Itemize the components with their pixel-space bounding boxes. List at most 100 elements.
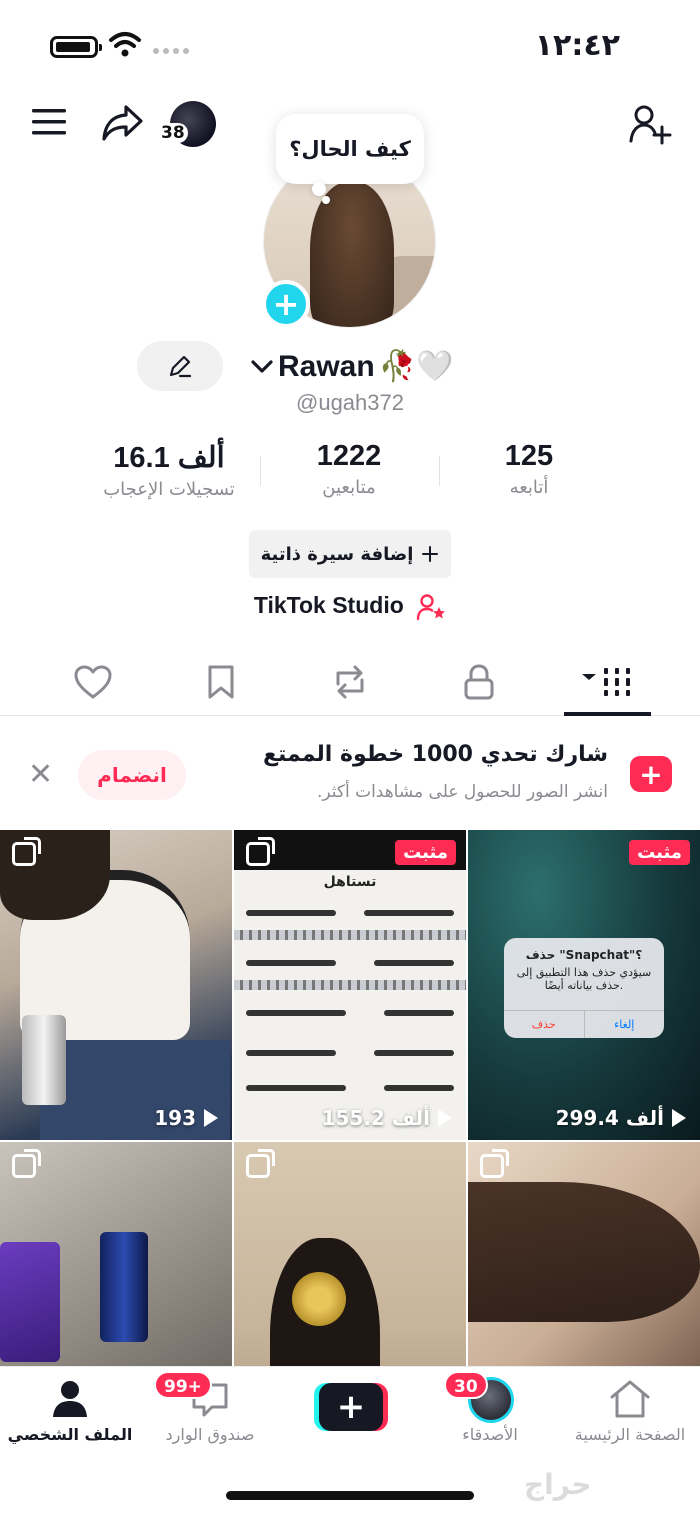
avatar-photo-hair	[310, 182, 394, 327]
plus-icon: +	[319, 1383, 383, 1431]
thumbnail-art	[246, 910, 336, 916]
menu-icon[interactable]	[30, 107, 68, 137]
thumbnail-dialog-body: سيؤدي حذف هذا التطبيق إلى حذف بياناته أي…	[516, 966, 652, 992]
photo-carousel-icon	[246, 837, 275, 866]
view-count: 193	[154, 1106, 218, 1130]
tab-liked[interactable]	[48, 648, 138, 716]
close-icon[interactable]: ✕	[28, 760, 53, 790]
thumbnail-dialog: حذف "Snapchat"؟ سيؤدي حذف هذا التطبيق إل…	[504, 938, 664, 1038]
thumbnail-art	[246, 1085, 346, 1091]
display-name: Rawan	[278, 350, 375, 383]
stat-likes-value: 16.1 ألف	[113, 442, 225, 474]
create-button[interactable]: +	[314, 1383, 388, 1431]
nav-profile-label: الملف الشخصي	[7, 1425, 133, 1444]
view-count-value: 155.2 ألف	[321, 1106, 430, 1130]
thumbnail-dialog-title: حذف "Snapchat"؟	[525, 948, 643, 962]
watermark: حراج	[524, 1468, 592, 1501]
photo-carousel-icon	[12, 837, 41, 866]
thumbnail-art	[0, 1242, 60, 1362]
thumbnail-dialog-delete: حذف	[504, 1011, 585, 1038]
note-bubble-tail	[312, 182, 326, 196]
stat-followers-value: 1222	[316, 440, 382, 472]
add-avatar-button[interactable]: +	[262, 280, 310, 328]
wifi-icon	[109, 32, 141, 57]
post-thumbnail[interactable]: تستاهل مثبت 155.2 ألف	[234, 830, 466, 1140]
friends-badge: 30	[444, 1371, 488, 1399]
thumbnail-art	[292, 1272, 346, 1326]
stat-followers-label: متابعين	[322, 477, 376, 498]
signal-icon	[153, 48, 189, 54]
view-count: 299.4 ألف	[556, 1106, 686, 1130]
thumbnail-dialog-cancel: إلغاء	[614, 1018, 635, 1031]
stat-divider	[439, 456, 440, 486]
active-tab-indicator	[564, 712, 651, 716]
photo-plus-icon: +	[630, 756, 672, 792]
play-icon	[672, 1109, 686, 1127]
thumbnail-art	[468, 1182, 700, 1322]
tab-videos[interactable]	[563, 648, 653, 716]
thumbnail-art	[246, 1050, 336, 1056]
thumbnail-art	[100, 1232, 148, 1342]
clock: ١٢:٤٢	[534, 28, 620, 63]
post-thumbnail[interactable]: حذف "Snapchat"؟ سيؤدي حذف هذا التطبيق إل…	[468, 830, 700, 1140]
share-icon[interactable]	[100, 103, 144, 143]
tab-reposts[interactable]	[305, 648, 395, 716]
post-thumbnail[interactable]: 193	[0, 830, 232, 1140]
home-icon	[610, 1380, 650, 1418]
play-icon	[204, 1109, 218, 1127]
home-indicator	[226, 1491, 474, 1500]
tab-favorites[interactable]	[176, 648, 266, 716]
nav-inbox[interactable]: 99+ صندوق الوارد	[140, 1367, 280, 1457]
nav-profile[interactable]: الملف الشخصي	[0, 1367, 140, 1457]
thumbnail-art	[384, 1010, 454, 1016]
thumbnail-art	[374, 1050, 454, 1056]
nav-inbox-label: صندوق الوارد	[165, 1425, 255, 1444]
stat-followers[interactable]: 1222 متابعين	[259, 440, 439, 498]
thumbnail-art	[234, 980, 466, 990]
photo-carousel-icon	[246, 1149, 275, 1178]
pencil-icon	[169, 355, 192, 378]
bookmark-icon	[208, 665, 234, 699]
join-challenge-button[interactable]: انضمام	[78, 750, 186, 800]
inbox-badge: 99+	[154, 1371, 212, 1399]
photo-carousel-icon	[480, 1149, 509, 1178]
username: @ugah372	[296, 390, 404, 415]
grid-videos-icon	[582, 668, 630, 696]
tab-private[interactable]	[434, 648, 524, 716]
edit-profile-button[interactable]	[137, 341, 223, 391]
chevron-down-icon	[251, 360, 273, 373]
tiktok-studio-label: TikTok Studio	[253, 592, 404, 618]
view-count-value: 193	[154, 1106, 196, 1130]
add-bio-label: إضافة سيرة ذاتية	[260, 543, 414, 565]
stat-following-value: 125	[504, 440, 554, 472]
thumbnail-art	[22, 1015, 66, 1105]
view-count-value: 299.4 ألف	[555, 1106, 664, 1130]
status-bar: ١٢:٤٢	[0, 0, 700, 90]
plus-icon	[422, 546, 439, 562]
thumbnail-dialog-buttons: حذف إلغاء	[504, 1010, 664, 1038]
notification-count: 38	[158, 123, 188, 143]
stat-likes-label: تسجيلات الإعجاب	[103, 479, 235, 500]
heart-icon	[74, 665, 112, 699]
thumbnail-art	[246, 960, 336, 966]
thumbnail-art	[246, 1010, 346, 1016]
nav-home-label: الصفحة الرئيسية	[574, 1425, 686, 1444]
stat-following-label: أتابعه	[509, 477, 549, 498]
stat-likes[interactable]: 16.1 ألف تسجيلات الإعجاب	[79, 440, 259, 500]
stat-divider	[260, 456, 261, 486]
lock-icon	[464, 664, 494, 700]
add-bio-button[interactable]: إضافة سيرة ذاتية	[249, 530, 451, 578]
add-friend-icon[interactable]	[628, 103, 672, 147]
display-name-row[interactable]: Rawan 🥀🤍	[250, 345, 453, 389]
thumbnail-art	[384, 1085, 454, 1091]
photo-carousel-icon	[12, 1149, 41, 1178]
tiktok-studio-link[interactable]: TikTok Studio	[0, 592, 700, 621]
challenge-subtitle: انشر الصور للحصول على مشاهدات أكثر.	[316, 782, 608, 802]
pinned-badge: مثبت	[629, 840, 690, 865]
stat-following[interactable]: 125 أتابعه	[439, 440, 619, 498]
view-count: 155.2 ألف	[322, 1106, 452, 1130]
nav-home[interactable]: الصفحة الرئيسية	[560, 1367, 700, 1457]
display-name-emojis: 🥀🤍	[378, 349, 454, 384]
note-bubble[interactable]: كيف الحال؟	[276, 114, 424, 184]
challenge-banner[interactable]: ✕ انضمام شارك تحدي 1000 خطوة الممتع انشر…	[0, 728, 700, 822]
